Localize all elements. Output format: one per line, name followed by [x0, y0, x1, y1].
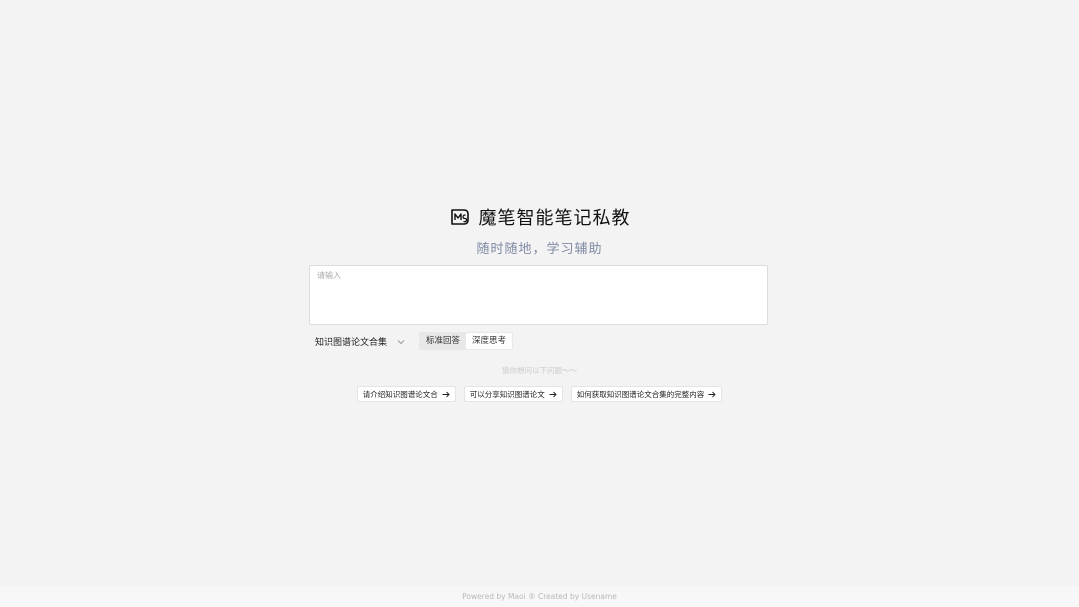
suggestion-chip[interactable]: 可以分享知识图谱论文 [463, 386, 563, 402]
chevron-down-icon [397, 338, 405, 345]
suggestion-chip-label: 如何获取知识图谱论文合集的完整内容 [576, 389, 705, 399]
arrow-right-icon [442, 391, 450, 398]
knowledge-base-select-label: 知识图谱论文合集 [315, 337, 388, 348]
mode-standard-answer[interactable]: 标准回答 [420, 333, 466, 349]
suggestion-list: 请介绍知识图谱论文合 可以分享知识图谱论文 如何获取知识图谱论文合集的完整内容 [0, 386, 1079, 402]
suggestion-chip-label: 请介绍知识图谱论文合 [362, 389, 438, 399]
arrow-right-icon [708, 391, 716, 398]
app-title: 魔笔智能笔记私教 [478, 208, 631, 229]
hero-header: 魔笔智能笔记私教 随时随地，学习辅助 [0, 204, 1079, 257]
controls-row: 知识图谱论文合集 标准回答 深度思考 [315, 332, 514, 350]
mode-deep-thinking[interactable]: 深度思考 [466, 333, 513, 349]
ms-logo-icon [449, 207, 471, 227]
arrow-right-icon [549, 391, 557, 398]
suggestion-chip[interactable]: 请介绍知识图谱论文合 [356, 386, 456, 402]
app-root: 魔笔智能笔记私教 随时随地，学习辅助 知识图谱论文合集 标准回答 深度思考 猜你… [0, 0, 1079, 607]
knowledge-base-select[interactable]: 知识图谱论文合集 [315, 332, 405, 350]
app-subtitle: 随时随地，学习辅助 [476, 242, 603, 257]
suggestion-chip-label: 可以分享知识图谱论文 [469, 389, 545, 399]
title-row: 魔笔智能笔记私教 [449, 204, 631, 230]
suggestion-hint: 猜你想问以下问题～～ [502, 366, 577, 375]
question-input[interactable] [310, 266, 767, 324]
suggestion-chip[interactable]: 如何获取知识图谱论文合集的完整内容 [570, 386, 723, 402]
footer: Powered by Maoi ® Created by Usename [0, 586, 1079, 607]
answer-mode-toggle: 标准回答 深度思考 [419, 332, 514, 350]
question-input-box [309, 265, 768, 325]
